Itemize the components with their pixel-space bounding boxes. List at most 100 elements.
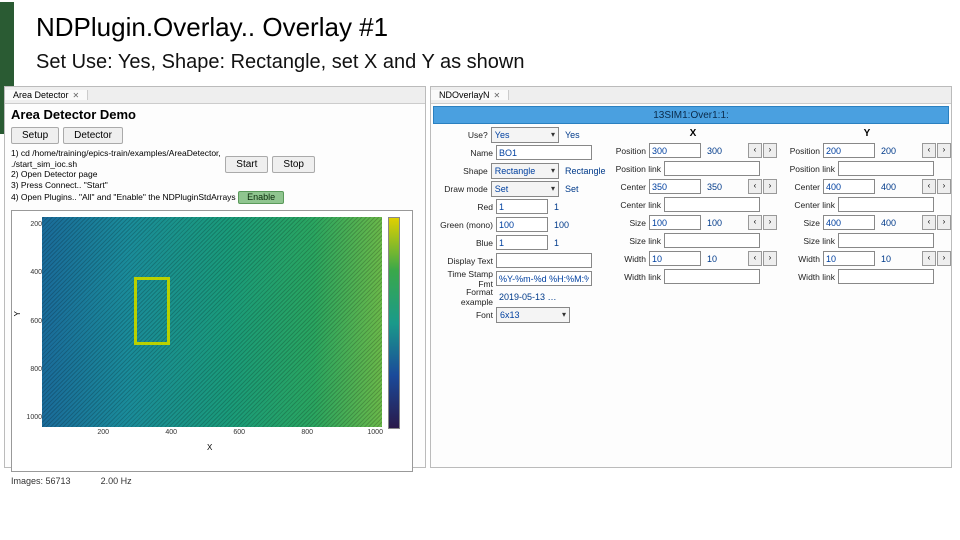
tab-strip-left: Area Detector ✕ <box>5 87 425 104</box>
enable-button[interactable]: Enable <box>238 191 284 204</box>
timestamp-input[interactable] <box>496 271 592 286</box>
x-size-inc[interactable]: › <box>763 215 777 230</box>
x-width-input[interactable] <box>649 251 701 266</box>
x-size-input[interactable] <box>649 215 701 230</box>
y-size-dec[interactable]: ‹ <box>922 215 936 230</box>
x-sizelink-input[interactable] <box>664 233 760 248</box>
blue-input[interactable] <box>496 235 548 250</box>
x-width-dec[interactable]: ‹ <box>748 251 762 266</box>
red-label: Red <box>433 202 493 212</box>
close-icon[interactable]: ✕ <box>73 91 80 100</box>
y-width-label: Width <box>783 254 820 264</box>
y-tick: 600 <box>30 318 42 325</box>
y-poslink-label: Position link <box>783 164 835 174</box>
use-label: Use? <box>433 130 488 140</box>
x-size-dec[interactable]: ‹ <box>748 215 762 230</box>
y-width-dec[interactable]: ‹ <box>922 251 936 266</box>
red-input[interactable] <box>496 199 548 214</box>
area-detector-panel: Area Detector ✕ Area Detector Demo Setup… <box>4 86 426 468</box>
x-position-dec[interactable]: ‹ <box>748 143 762 158</box>
green-readback: 100 <box>551 220 592 230</box>
x-axis-label: X <box>207 443 212 452</box>
x-width-label: Width <box>609 254 646 264</box>
y-cenlink-label: Center link <box>783 200 835 210</box>
y-center-dec[interactable]: ‹ <box>922 179 936 194</box>
x-size-readback: 100 <box>704 218 745 228</box>
setup-button[interactable]: Setup <box>11 127 59 144</box>
x-position-label: Position <box>609 146 646 156</box>
x-size-label: Size <box>609 218 646 228</box>
x-poslink-label: Position link <box>609 164 661 174</box>
y-size-input[interactable] <box>823 215 875 230</box>
y-cenlink-input[interactable] <box>838 197 934 212</box>
y-position-inc[interactable]: › <box>937 143 951 158</box>
step-3: 3) Press Connect.. "Start" <box>11 180 419 191</box>
displaytext-input[interactable] <box>496 253 592 268</box>
fmtexample-value: 2019-05-13 … <box>496 292 557 302</box>
y-width-readback: 10 <box>878 254 919 264</box>
y-width-input[interactable] <box>823 251 875 266</box>
font-label: Font <box>433 310 493 320</box>
image-plot[interactable]: 200 400 600 800 1000 Y 200 400 600 800 1… <box>11 210 413 472</box>
y-center-readback: 400 <box>878 182 919 192</box>
x-position-inc[interactable]: › <box>763 143 777 158</box>
x-tick: 1000 <box>367 429 383 436</box>
green-input[interactable] <box>496 217 548 232</box>
x-poslink-input[interactable] <box>664 161 760 176</box>
x-width-inc[interactable]: › <box>763 251 777 266</box>
tab-strip-right: NDOverlayN ✕ <box>431 87 951 104</box>
tab-area-detector[interactable]: Area Detector ✕ <box>5 90 88 100</box>
x-center-input[interactable] <box>649 179 701 194</box>
close-icon[interactable]: ✕ <box>494 91 501 100</box>
y-header: Y <box>783 127 951 140</box>
y-center-inc[interactable]: › <box>937 179 951 194</box>
y-tick: 1000 <box>26 414 42 421</box>
name-label: Name <box>433 148 493 158</box>
blue-label: Blue <box>433 238 493 248</box>
x-center-inc[interactable]: › <box>763 179 777 194</box>
x-widthlink-input[interactable] <box>664 269 760 284</box>
shape-dropdown[interactable]: Rectangle <box>491 163 559 179</box>
y-tick: 800 <box>30 366 42 373</box>
y-size-label: Size <box>783 218 820 228</box>
y-size-inc[interactable]: › <box>937 215 951 230</box>
y-widthlink-label: Width link <box>783 272 835 282</box>
x-tick: 200 <box>97 429 109 436</box>
x-cenlink-input[interactable] <box>664 197 760 212</box>
detector-button[interactable]: Detector <box>63 127 123 144</box>
name-input[interactable] <box>496 145 592 160</box>
status-bar: Images: 56713 2.00 Hz <box>5 474 425 488</box>
y-axis: 200 400 600 800 1000 <box>22 217 42 427</box>
x-center-readback: 350 <box>704 182 745 192</box>
y-center-input[interactable] <box>823 179 875 194</box>
use-dropdown[interactable]: Yes <box>491 127 559 143</box>
y-position-input[interactable] <box>823 143 875 158</box>
rate-value: 2.00 Hz <box>101 476 132 486</box>
y-widthlink-input[interactable] <box>838 269 934 284</box>
tab-label: NDOverlayN <box>439 90 490 100</box>
step-1b: ./start_sim_ioc.sh <box>11 159 419 170</box>
overlay-panel: NDOverlayN ✕ 13SIM1:Over1:1: Use? Yes Ye… <box>430 86 952 468</box>
y-width-inc[interactable]: › <box>937 251 951 266</box>
font-dropdown[interactable]: 6x13 <box>496 307 570 323</box>
y-position-label: Position <box>783 146 820 156</box>
y-poslink-input[interactable] <box>838 161 934 176</box>
y-column: Y Position 200 ‹› Position link Center 4… <box>783 127 951 322</box>
x-position-readback: 300 <box>704 146 745 156</box>
tab-ndoverlayn[interactable]: NDOverlayN ✕ <box>431 90 509 100</box>
x-cenlink-label: Center link <box>609 200 661 210</box>
y-position-dec[interactable]: ‹ <box>922 143 936 158</box>
x-tick: 800 <box>301 429 313 436</box>
overlay-rectangle <box>134 277 170 345</box>
y-sizelink-input[interactable] <box>838 233 934 248</box>
slide-subtitle: Set Use: Yes, Shape: Rectangle, set X an… <box>36 51 960 74</box>
use-readback: Yes <box>562 130 603 140</box>
stop-button[interactable]: Stop <box>272 156 315 173</box>
start-button[interactable]: Start <box>225 156 268 173</box>
x-position-input[interactable] <box>649 143 701 158</box>
x-axis: 200 400 600 800 1000 <box>42 429 382 441</box>
x-center-dec[interactable]: ‹ <box>748 179 762 194</box>
images-label: Images: <box>11 476 43 486</box>
tab-label: Area Detector <box>13 90 69 100</box>
drawmode-dropdown[interactable]: Set <box>491 181 559 197</box>
